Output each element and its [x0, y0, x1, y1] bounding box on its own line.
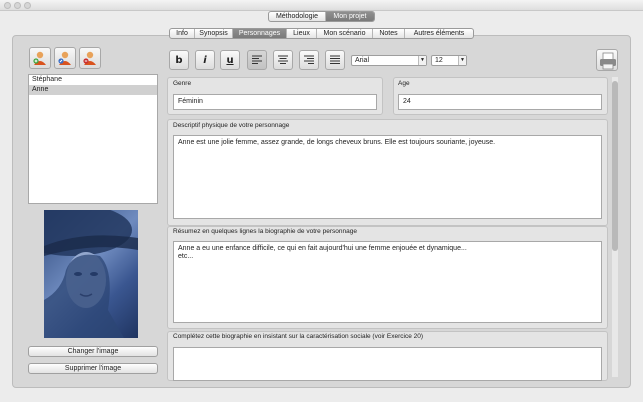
tab-notes[interactable]: Notes: [373, 29, 405, 38]
tab-synopsis[interactable]: Synopsis: [195, 29, 233, 38]
underline-button[interactable]: u: [220, 50, 240, 70]
character-list: Stéphane Anne: [28, 74, 158, 204]
edit-character-button[interactable]: [54, 47, 76, 69]
tab-mon-projet[interactable]: Mon projet: [325, 12, 374, 21]
align-center-button[interactable]: [273, 50, 293, 70]
align-left-icon: [252, 55, 262, 64]
age-field[interactable]: 24: [398, 94, 602, 110]
align-right-icon: [304, 55, 314, 64]
genre-field[interactable]: Féminin: [173, 94, 377, 110]
tab-lieux[interactable]: Lieux: [287, 29, 317, 38]
tab-autres-elements[interactable]: Autres éléments: [405, 29, 473, 38]
social-characterization-field[interactable]: [173, 347, 602, 381]
align-right-button[interactable]: [299, 50, 319, 70]
top-tab-bar: Méthodologie Mon projet: [268, 11, 375, 22]
font-family-value: Arial: [355, 57, 370, 64]
minimize-window-icon[interactable]: [14, 2, 21, 9]
zoom-window-icon[interactable]: [24, 2, 31, 9]
form-scrollbar[interactable]: [612, 77, 618, 377]
align-justify-icon: [330, 55, 340, 64]
biography-field[interactable]: Anne a eu une enfance difficile, ce qui …: [173, 241, 602, 323]
printer-icon: [600, 52, 616, 70]
character-item-stephane[interactable]: Stéphane: [29, 75, 157, 85]
sub-tab-bar: Info Synopsis Personnages Lieux Mon scén…: [169, 28, 474, 39]
window-titlebar: [0, 0, 643, 11]
print-button[interactable]: [596, 49, 618, 71]
social-characterization-label: Complétez cette biographie en insistant …: [173, 333, 424, 340]
tab-info[interactable]: Info: [170, 29, 195, 38]
italic-button[interactable]: i: [195, 50, 215, 70]
delete-character-icon: [83, 51, 96, 65]
align-left-button[interactable]: [247, 50, 267, 70]
character-item-anne[interactable]: Anne: [29, 85, 157, 95]
tab-mon-scenario[interactable]: Mon scénario: [317, 29, 373, 38]
edit-character-icon: [58, 51, 71, 65]
chevron-down-icon: ▼: [418, 56, 426, 65]
add-character-icon: [33, 51, 46, 65]
tab-personnages[interactable]: Personnages: [233, 29, 287, 38]
change-image-button[interactable]: Changer l'image: [28, 346, 158, 357]
age-label: Age: [398, 80, 410, 87]
character-photo: [44, 210, 138, 338]
close-window-icon[interactable]: [4, 2, 11, 9]
align-justify-button[interactable]: [325, 50, 345, 70]
font-size-value: 12: [435, 57, 443, 64]
font-size-select[interactable]: 12 ▼: [431, 55, 467, 66]
chevron-down-icon: ▼: [458, 56, 466, 65]
bold-button[interactable]: b: [169, 50, 189, 70]
add-character-button[interactable]: [29, 47, 51, 69]
align-center-icon: [278, 55, 288, 64]
tab-methodologie[interactable]: Méthodologie: [269, 12, 326, 21]
delete-character-button[interactable]: [79, 47, 101, 69]
genre-label: Genre: [173, 80, 192, 87]
scrollbar-thumb[interactable]: [612, 81, 618, 251]
physical-description-field[interactable]: Anne est une jolie femme, assez grande, …: [173, 135, 602, 219]
font-family-select[interactable]: Arial ▼: [351, 55, 427, 66]
physical-description-label: Descriptif physique de votre personnage: [173, 122, 290, 129]
biography-label: Résumez en quelques lignes la biographie…: [173, 228, 357, 235]
delete-image-button[interactable]: Supprimer l'image: [28, 363, 158, 374]
